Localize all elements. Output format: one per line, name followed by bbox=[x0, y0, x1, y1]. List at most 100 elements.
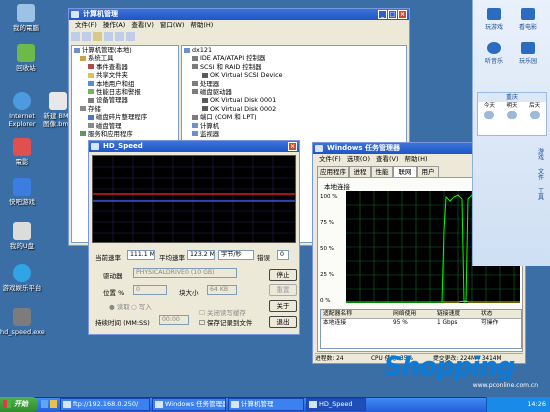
desktop-icon-game-platform[interactable]: 游戏娱乐平台 bbox=[0, 264, 44, 292]
block-size-select[interactable]: 64 KB bbox=[207, 285, 237, 295]
taskbar-item-ftp[interactable]: ftp://192.168.0.250/ bbox=[60, 398, 150, 411]
help-icon[interactable] bbox=[115, 32, 124, 41]
taskbar-item-computer-management[interactable]: 计算机管理 bbox=[228, 398, 304, 411]
start-button[interactable]: 开始 bbox=[0, 397, 38, 412]
back-icon[interactable] bbox=[71, 32, 80, 41]
folder-icon bbox=[88, 72, 94, 78]
folder-icon bbox=[63, 401, 71, 408]
listen-music-button[interactable]: 听音乐 bbox=[477, 42, 511, 65]
device-item-disk-drives[interactable]: 磁盘驱动器 bbox=[182, 88, 406, 96]
device-item-ports[interactable]: 端口 (COM 和 LPT) bbox=[182, 113, 406, 121]
tree-item-local-users[interactable]: 本地用户和组 bbox=[72, 80, 178, 88]
device-item-scsi-controller[interactable]: SCSI 和 RAID 控制器 bbox=[182, 63, 406, 71]
cloud-icon bbox=[484, 111, 495, 119]
mode-write-radio[interactable]: ○ 写入 bbox=[131, 301, 152, 311]
play-park-button[interactable]: 玩乐园 bbox=[511, 42, 545, 65]
tab-performance[interactable]: 性能 bbox=[371, 166, 393, 177]
tab-applications[interactable]: 应用程序 bbox=[317, 166, 349, 177]
header-adapter[interactable]: 适配器名称 bbox=[321, 310, 393, 318]
menu-file[interactable]: 文件(F) bbox=[319, 154, 341, 164]
weather-tomorrow[interactable]: 明天 bbox=[506, 102, 517, 111]
storage-icon bbox=[80, 106, 86, 112]
device-item-ide-controller[interactable]: IDE ATA/ATAPI 控制器 bbox=[182, 54, 406, 62]
device-item-monitor[interactable]: 监视器 bbox=[182, 130, 406, 138]
menu-window[interactable]: 窗口(W) bbox=[160, 20, 185, 30]
taskbar-item-task-manager[interactable]: Windows 任务管理器 bbox=[152, 398, 226, 411]
services-icon bbox=[80, 131, 86, 137]
up-icon[interactable] bbox=[93, 32, 102, 41]
menu-action[interactable]: 操作(A) bbox=[103, 20, 126, 30]
exit-button[interactable]: 退出 bbox=[269, 316, 297, 328]
folder-quick-launch-icon[interactable] bbox=[50, 400, 57, 408]
ie-quick-launch-icon[interactable] bbox=[41, 400, 48, 408]
title-bar[interactable]: HD_Speed × bbox=[89, 141, 299, 152]
header-speed[interactable]: 链接速度 bbox=[437, 310, 481, 318]
desktop-icon-hd-speed[interactable]: hd_speed.exe bbox=[0, 308, 45, 336]
weather-today[interactable]: 今天 bbox=[484, 102, 495, 111]
usb-drive-icon bbox=[13, 222, 31, 240]
menu-view[interactable]: 查看(V) bbox=[131, 20, 154, 30]
tab-processes[interactable]: 进程 bbox=[349, 166, 371, 177]
computer-icon bbox=[192, 123, 198, 129]
tree-item-defrag[interactable]: 磁盘碎片整理程序 bbox=[72, 113, 178, 121]
minimize-button[interactable]: _ bbox=[378, 10, 387, 19]
desktop-icon-my-computer[interactable]: 我的電腦 bbox=[4, 4, 48, 32]
forward-icon[interactable] bbox=[82, 32, 91, 41]
tree-item-disk-management[interactable]: 磁盘管理 bbox=[72, 122, 178, 130]
refresh-icon[interactable] bbox=[126, 32, 135, 41]
desktop-icon-movie[interactable]: 電影 bbox=[0, 138, 44, 166]
watch-movie-button[interactable]: 看电影 bbox=[511, 8, 545, 31]
unit-select[interactable]: 字节/秒 bbox=[218, 250, 254, 260]
tree-item-event-viewer[interactable]: 事件查看器 bbox=[72, 63, 178, 71]
header-usage[interactable]: 网络使用 bbox=[393, 310, 437, 318]
menu-help[interactable]: 帮助(H) bbox=[190, 20, 213, 30]
reset-button[interactable]: 重置 bbox=[269, 284, 297, 296]
properties-icon[interactable] bbox=[104, 32, 113, 41]
close-button[interactable]: × bbox=[398, 10, 407, 19]
save-log-checkbox[interactable]: ☐ 保存记录到文件 bbox=[199, 317, 252, 327]
maximize-button[interactable]: □ bbox=[388, 10, 397, 19]
close-button[interactable]: × bbox=[288, 142, 297, 151]
cloud-icon bbox=[529, 111, 540, 119]
device-item-computer[interactable]: 计算机 bbox=[182, 122, 406, 130]
tree-item-services-apps[interactable]: 服务和应用程序 bbox=[72, 130, 178, 138]
tree-item-storage[interactable]: 存储 bbox=[72, 105, 178, 113]
close-cache-checkbox[interactable]: ☐ 关闭读写缓存 bbox=[199, 307, 246, 317]
play-game-button[interactable]: 玩游戏 bbox=[477, 8, 511, 31]
watermark-brand: Shopping bbox=[384, 352, 515, 382]
device-item-processor[interactable]: 处理器 bbox=[182, 80, 406, 88]
drive-select[interactable]: PHYSICALDRIVE0 (10 GB) bbox=[133, 268, 237, 278]
desktop-icon-internet-explorer[interactable]: Internet Explorer bbox=[0, 92, 44, 128]
stop-button[interactable]: 停止 bbox=[269, 269, 297, 281]
header-state[interactable]: 状态 bbox=[481, 310, 521, 318]
device-item-disk-0002[interactable]: OK Virtual Disk 0002 bbox=[182, 105, 406, 113]
mode-read-radio[interactable]: ● 读取 bbox=[109, 301, 130, 311]
table-row[interactable]: 本地连接 95 % 1 Gbps 可操作 bbox=[321, 319, 521, 327]
tree-item-device-manager[interactable]: 设备管理器 bbox=[72, 96, 178, 104]
block-size-label: 块大小 bbox=[179, 289, 199, 297]
side-button-tools[interactable]: 工具 bbox=[536, 188, 545, 200]
device-item-scsi-device[interactable]: OK Virtual SCSI Device bbox=[182, 71, 406, 79]
recycle-bin-icon bbox=[17, 44, 35, 62]
position-input[interactable]: 0 bbox=[133, 285, 167, 295]
clock[interactable]: 14:26 bbox=[527, 400, 546, 408]
title-bar[interactable]: 计算机管理 _ □ × bbox=[69, 9, 409, 20]
weather-day-after[interactable]: 后天 bbox=[529, 102, 540, 111]
side-button-games[interactable]: 游戏 bbox=[536, 148, 545, 160]
menu-view[interactable]: 查看(V) bbox=[376, 154, 399, 164]
tree-item-shared-folders[interactable]: 共享文件夹 bbox=[72, 71, 178, 79]
menu-help[interactable]: 帮助(H) bbox=[405, 154, 428, 164]
side-button-files[interactable]: 文件 bbox=[536, 168, 545, 180]
tree-item-system-tools[interactable]: 系统工具 bbox=[72, 54, 178, 62]
monitor-icon bbox=[192, 131, 198, 137]
menu-file[interactable]: 文件(F) bbox=[75, 20, 97, 30]
tab-users[interactable]: 用户 bbox=[417, 166, 439, 177]
desktop-icon-recycle-bin[interactable]: 回收站 bbox=[4, 44, 48, 72]
taskbar-item-hd-speed[interactable]: HD_Speed bbox=[306, 398, 366, 411]
desktop-icon-usb-drive[interactable]: 我的U盘 bbox=[0, 222, 44, 250]
desktop-icon-kuaiba-games[interactable]: 快吧游戏 bbox=[0, 178, 44, 206]
menu-options[interactable]: 选项(O) bbox=[347, 154, 370, 164]
about-button[interactable]: 关于 bbox=[269, 300, 297, 312]
duration-input[interactable]: 00:00 bbox=[159, 315, 189, 325]
device-item-disk-0001[interactable]: OK Virtual Disk 0001 bbox=[182, 96, 406, 104]
